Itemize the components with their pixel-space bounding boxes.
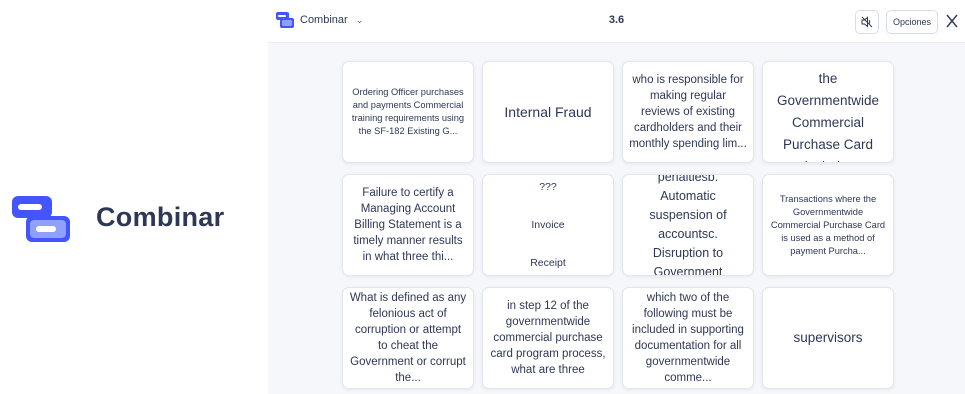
match-logo-icon	[12, 196, 70, 242]
match-card[interactable]: a. Interest penaltiesb. Automatic suspen…	[622, 174, 754, 276]
card-text: What is defined as any felonious act of …	[349, 292, 467, 384]
brand-panel: Combinar	[0, 0, 268, 394]
card-text: Internal Fraud	[504, 104, 592, 120]
card-text: supervisors	[793, 330, 863, 345]
card-line: Receipt	[530, 257, 566, 269]
sound-off-icon	[861, 16, 873, 28]
close-button[interactable]	[942, 8, 962, 34]
match-game-area: Combinar ⌄ 3.6 Opciones Ordering Officer…	[268, 0, 965, 394]
match-card[interactable]: supervisors	[762, 287, 894, 389]
card-text: Failure to certify a Managing Account Bi…	[353, 187, 463, 263]
card-text: which two of the following must be inclu…	[632, 292, 744, 384]
match-card[interactable]: in step 12 of the governmentwide commerc…	[482, 287, 614, 389]
card-text: ??? Invoice Receipt	[530, 181, 566, 269]
match-card[interactable]: Failure to certify a Managing Account Bi…	[342, 174, 474, 276]
match-card[interactable]: which two of the following must be inclu…	[622, 287, 754, 389]
brand-title: Combinar	[96, 202, 225, 232]
sound-toggle-button[interactable]	[855, 10, 879, 34]
card-text: in step 12 of the governmentwide commerc…	[490, 300, 606, 376]
match-card[interactable]: Internal Fraud	[482, 61, 614, 163]
options-button[interactable]: Opciones	[886, 10, 938, 34]
card-line: Invoice	[531, 219, 565, 231]
card-text: Authorized uses of the Governmentwide Co…	[772, 62, 884, 162]
top-bar: Combinar ⌄ 3.6 Opciones	[268, 0, 965, 43]
card-line: ???	[539, 181, 557, 193]
match-card[interactable]: Ordering Officer purchases and payments …	[342, 61, 474, 163]
card-text: a. Interest penaltiesb. Automatic suspen…	[649, 174, 727, 276]
match-card[interactable]: What is defined as any felonious act of …	[342, 287, 474, 389]
close-icon	[946, 14, 958, 28]
match-card[interactable]: ??? Invoice Receipt	[482, 174, 614, 276]
match-card[interactable]: Transactions where the Governmentwide Co…	[762, 174, 894, 276]
card-text: Ordering Officer purchases and payments …	[351, 87, 465, 136]
match-card[interactable]: Authorized uses of the Governmentwide Co…	[762, 61, 894, 163]
match-card[interactable]: who is responsible for making regular re…	[622, 61, 754, 163]
card-text: Transactions where the Governmentwide Co…	[770, 193, 886, 256]
card-text: who is responsible for making regular re…	[629, 74, 747, 150]
